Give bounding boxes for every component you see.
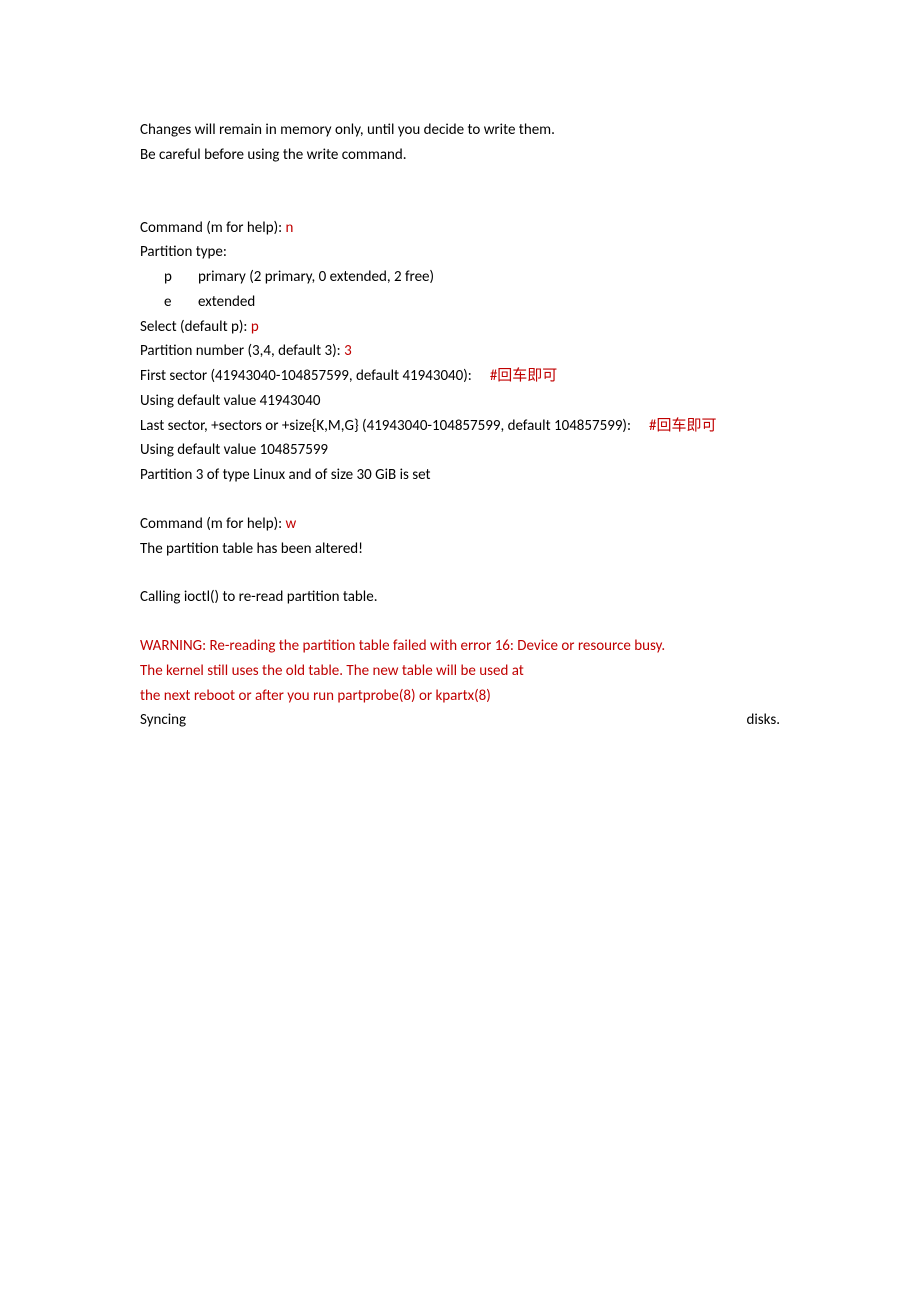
write-paragraph: Command (m for help): w The partition ta… (140, 512, 780, 562)
ptype-letter-p: p (164, 265, 186, 290)
partition-type-extended: e extended (140, 290, 780, 315)
warning-paragraph: WARNING: Re-reading the partition table … (140, 634, 780, 733)
prompt-text: Command (m for help): (140, 219, 286, 237)
user-input-p: p (251, 318, 259, 336)
prompt-text-2: Command (m for help): (140, 515, 286, 533)
disks-word: disks. (746, 711, 780, 729)
document-page: Changes will remain in memory only, unti… (0, 0, 920, 1302)
intro-line-2: Be careful before using the write comman… (140, 143, 780, 168)
ptype-desc-extended: extended (198, 293, 255, 311)
spacer (140, 192, 780, 216)
user-input-w: w (286, 515, 297, 533)
intro-paragraph: Changes will remain in memory only, unti… (140, 118, 780, 168)
command-line-2: Command (m for help): w (140, 512, 780, 537)
partition-type-header: Partition type: (140, 240, 780, 265)
syncing-word: Syncing (140, 711, 186, 729)
ioctl-line: Calling ioctl() to re-read partition tab… (140, 585, 780, 610)
partnum-prompt: Partition number (3,4, default 3): (140, 342, 344, 360)
ptype-desc-primary: primary (2 primary, 0 extended, 2 free) (198, 268, 434, 286)
intro-line-1: Changes will remain in memory only, unti… (140, 118, 780, 143)
ptype-letter-e: e (164, 290, 186, 315)
partition-number-line: Partition number (3,4, default 3): 3 (140, 339, 780, 364)
user-input-3: 3 (344, 342, 352, 360)
partition-type-primary: p primary (2 primary, 0 extended, 2 free) (140, 265, 780, 290)
user-input-n: n (286, 219, 294, 237)
first-sector-prompt: First sector (41943040-104857599, defaul… (140, 367, 472, 385)
using-default-2: Using default value 104857599 (140, 438, 780, 463)
warning-line-1: WARNING: Re-reading the partition table … (140, 634, 780, 659)
last-sector-note: #回车即可 (649, 417, 716, 435)
content-area: Changes will remain in memory only, unti… (140, 118, 780, 733)
ioctl-paragraph: Calling ioctl() to re-read partition tab… (140, 585, 780, 610)
partition-set-line: Partition 3 of type Linux and of size 30… (140, 463, 780, 488)
last-sector-prompt: Last sector, +sectors or +size{K,M,G} (4… (140, 417, 631, 435)
command-line-1: Command (m for help): n (140, 216, 780, 241)
warning-line-2: The kernel still uses the old table. The… (140, 659, 780, 684)
select-prompt: Select (default p): (140, 318, 251, 336)
fdisk-session: Command (m for help): n Partition type: … (140, 216, 780, 488)
warning-line-3: the next reboot or after you run partpro… (140, 684, 780, 709)
altered-line: The partition table has been altered! (140, 537, 780, 562)
first-sector-note: #回车即可 (490, 367, 557, 385)
select-line: Select (default p): p (140, 315, 780, 340)
syncing-line: Syncing disks. (140, 708, 780, 733)
using-default-1: Using default value 41943040 (140, 389, 780, 414)
last-sector-line: Last sector, +sectors or +size{K,M,G} (4… (140, 414, 780, 439)
first-sector-line: First sector (41943040-104857599, defaul… (140, 364, 780, 389)
